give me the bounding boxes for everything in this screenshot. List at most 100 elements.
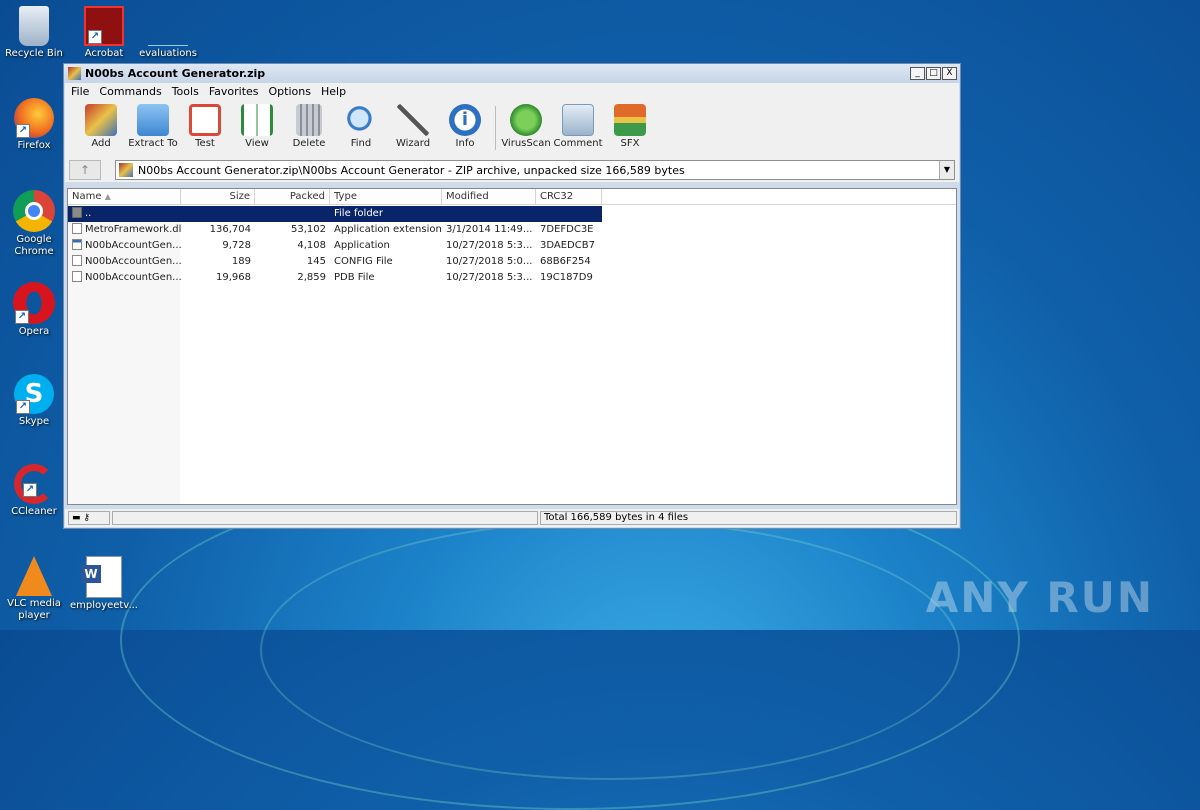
row-size bbox=[181, 206, 255, 222]
table-row[interactable]: N00bAccountGen... 189 145 CONFIG File 10… bbox=[68, 254, 602, 270]
close-button[interactable]: X bbox=[942, 67, 957, 80]
table-row[interactable]: .. File folder bbox=[68, 206, 602, 222]
info-button[interactable]: i Info bbox=[439, 104, 491, 149]
winrar-app-icon bbox=[68, 67, 81, 80]
comment-icon bbox=[562, 104, 594, 136]
row-name: N00bAccountGen... bbox=[85, 256, 181, 267]
wizard-label: Wizard bbox=[395, 138, 431, 149]
desktop-icon-ccleaner[interactable]: ↗ CCleaner bbox=[0, 464, 68, 518]
info-label: Info bbox=[455, 138, 475, 149]
row-crc: 68B6F254 bbox=[540, 256, 591, 267]
comment-label: Comment bbox=[553, 138, 603, 149]
shortcut-arrow-icon: ↗ bbox=[23, 483, 37, 497]
info-icon: i bbox=[449, 104, 481, 136]
file-list: Name ▲ Size Packed Type Modified CRC32 .… bbox=[67, 188, 957, 505]
maximize-button[interactable]: □ bbox=[926, 67, 941, 80]
recycle-bin-icon bbox=[19, 6, 49, 46]
row-crc: 3DAEDCB7 bbox=[540, 240, 595, 251]
row-packed: 2,859 bbox=[297, 272, 326, 283]
bug-icon bbox=[510, 104, 542, 136]
drive-key-icon[interactable]: ▬ ⚷ bbox=[68, 511, 110, 525]
row-size: 189 bbox=[231, 256, 251, 267]
row-type: CONFIG File bbox=[334, 256, 393, 267]
magnifier-icon bbox=[345, 104, 377, 136]
pdb-file-icon bbox=[72, 271, 82, 282]
shortcut-arrow-icon: ↗ bbox=[16, 400, 30, 414]
window-title: N00bs Account Generator.zip bbox=[85, 67, 266, 80]
col-type[interactable]: Type bbox=[330, 189, 442, 205]
desktop-icon-label: Skype bbox=[18, 416, 50, 427]
wizard-button[interactable]: Wizard bbox=[387, 104, 439, 149]
desktop-icon-chrome[interactable]: Google Chrome bbox=[0, 190, 68, 258]
desktop-icon-vlc[interactable]: VLC media player bbox=[0, 556, 68, 622]
desktop-icon-recycle-bin[interactable]: Recycle Bin bbox=[0, 6, 68, 60]
toolbar: Add Extract To Test View Delete Find Wiz… bbox=[65, 100, 959, 158]
row-type: PDB File bbox=[334, 272, 375, 283]
add-button[interactable]: Add bbox=[75, 104, 127, 149]
view-button[interactable]: View bbox=[231, 104, 283, 149]
menu-bar: File Commands Tools Favorites Options He… bbox=[65, 83, 959, 100]
add-icon bbox=[85, 104, 117, 136]
row-crc bbox=[536, 206, 602, 222]
menu-options[interactable]: Options bbox=[269, 85, 311, 98]
shortcut-arrow-icon: ↗ bbox=[16, 124, 30, 138]
desktop-icon-skype[interactable]: S ↗ Skype bbox=[0, 374, 68, 428]
chevron-down-icon[interactable]: ▼ bbox=[939, 161, 954, 179]
desktop-icon-label: CCleaner bbox=[11, 506, 57, 517]
menu-tools[interactable]: Tools bbox=[172, 85, 199, 98]
col-name[interactable]: Name ▲ bbox=[68, 189, 181, 205]
row-packed bbox=[255, 206, 330, 222]
trash-icon bbox=[296, 104, 322, 136]
row-type: Application extension bbox=[334, 224, 442, 235]
title-bar[interactable]: N00bs Account Generator.zip _ □ X bbox=[64, 64, 960, 83]
row-size: 136,704 bbox=[209, 224, 251, 235]
col-size[interactable]: Size bbox=[181, 189, 255, 205]
chrome-icon bbox=[13, 190, 55, 232]
desktop-icon-firefox[interactable]: ↗ Firefox bbox=[0, 98, 68, 152]
desktop-icon-opera[interactable]: ↗ Opera bbox=[0, 282, 68, 338]
table-row[interactable]: N00bAccountGen... 9,728 4,108 Applicatio… bbox=[68, 238, 602, 254]
col-packed[interactable]: Packed bbox=[255, 189, 330, 205]
skype-icon: S ↗ bbox=[14, 374, 54, 414]
sfx-icon bbox=[614, 104, 646, 136]
col-modified[interactable]: Modified bbox=[442, 189, 536, 205]
path-dropdown[interactable]: N00bs Account Generator.zip\N00bs Accoun… bbox=[115, 160, 955, 180]
desktop-icon-employeetv[interactable]: W employeetv... bbox=[70, 556, 138, 612]
application-file-icon bbox=[72, 239, 82, 250]
winrar-window: N00bs Account Generator.zip _ □ X File C… bbox=[63, 63, 961, 529]
opera-icon: ↗ bbox=[13, 282, 55, 324]
up-folder-button[interactable]: ↑ bbox=[69, 160, 101, 180]
virusscan-button[interactable]: VirusScan bbox=[500, 104, 552, 149]
comment-button[interactable]: Comment bbox=[552, 104, 604, 149]
folder-up-icon bbox=[72, 207, 82, 218]
acrobat-icon: ↗ bbox=[84, 6, 124, 46]
test-button[interactable]: Test bbox=[179, 104, 231, 149]
find-button[interactable]: Find bbox=[335, 104, 387, 149]
menu-commands[interactable]: Commands bbox=[99, 85, 161, 98]
table-row[interactable]: MetroFramework.dll 136,704 53,102 Applic… bbox=[68, 222, 602, 238]
desktop-icon-label: Google Chrome bbox=[14, 234, 54, 257]
add-label: Add bbox=[91, 138, 111, 149]
row-modified: 10/27/2018 5:3... bbox=[446, 272, 533, 283]
desktop-icon-acrobat[interactable]: ↗ Acrobat bbox=[70, 6, 138, 60]
word-document-icon: W bbox=[81, 556, 122, 598]
firefox-icon: ↗ bbox=[14, 98, 54, 138]
desktop-icon-label: Recycle Bin bbox=[5, 48, 63, 59]
sfx-label: SFX bbox=[620, 138, 640, 149]
sort-up-icon: ▲ bbox=[104, 192, 111, 201]
table-row[interactable]: N00bAccountGen... 19,968 2,859 PDB File … bbox=[68, 270, 602, 286]
menu-favorites[interactable]: Favorites bbox=[209, 85, 259, 98]
menu-help[interactable]: Help bbox=[321, 85, 346, 98]
minimize-button[interactable]: _ bbox=[910, 67, 925, 80]
row-size: 19,968 bbox=[216, 272, 251, 283]
col-crc32[interactable]: CRC32 bbox=[536, 189, 602, 205]
desktop-icon-label: VLC media player bbox=[7, 598, 61, 621]
desktop-icon-evaluations[interactable]: evaluations bbox=[134, 6, 202, 60]
test-label: Test bbox=[195, 138, 215, 149]
menu-file[interactable]: File bbox=[71, 85, 89, 98]
delete-button[interactable]: Delete bbox=[283, 104, 335, 149]
extract-to-button[interactable]: Extract To bbox=[127, 104, 179, 149]
row-packed: 145 bbox=[306, 256, 326, 267]
sfx-button[interactable]: SFX bbox=[604, 104, 656, 149]
shortcut-arrow-icon: ↗ bbox=[15, 310, 29, 324]
